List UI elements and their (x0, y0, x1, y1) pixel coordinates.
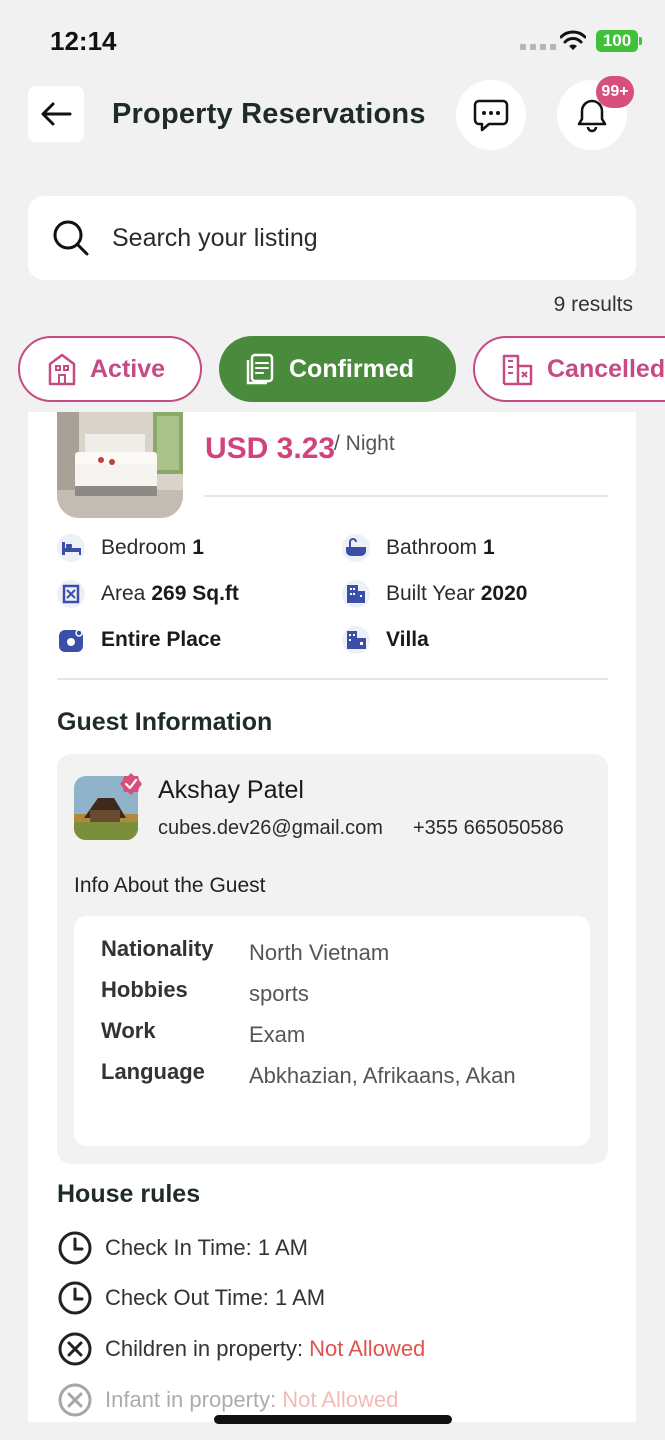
divider (204, 495, 608, 497)
tab-cancelled-label: Cancelled (547, 354, 665, 383)
feature-area-label: Area (101, 582, 146, 605)
feature-built-year-label: Built Year (386, 582, 475, 605)
close-circle-icon (58, 1383, 92, 1417)
villa-icon (342, 626, 370, 654)
feature-built-year: Built Year 2020 (342, 580, 527, 608)
divider (57, 678, 608, 680)
feature-bedroom-label: Bedroom (101, 536, 187, 559)
status-time: 12:14 (50, 26, 117, 56)
rule-infant: Infant in property: Not Allowed (57, 1382, 398, 1418)
feature-area-value: 269 Sq.ft (151, 582, 239, 605)
verified-badge-icon (120, 773, 142, 795)
rule-label: Check In Time: 1 AM (105, 1235, 308, 1260)
rule-label: Children in property: (105, 1336, 304, 1361)
property-photo (57, 412, 183, 518)
notification-badge: 99+ (596, 76, 634, 108)
feature-area: Area 269 Sq.ft (57, 580, 239, 608)
wifi-icon (560, 30, 586, 50)
detail-label: Hobbies (101, 977, 188, 1002)
rule-label: Check Out Time: 1 AM (105, 1285, 326, 1310)
clock-icon (58, 1231, 92, 1265)
detail-value: Abkhazian, Afrikaans, Akan (249, 1063, 516, 1088)
document-check-icon (246, 353, 274, 385)
page-title: Property Reservations (112, 98, 426, 130)
building-year-icon (342, 580, 370, 608)
tab-confirmed-label: Confirmed (289, 354, 414, 383)
guest-name: Akshay Patel (158, 776, 304, 804)
feature-built-year-value: 2020 (480, 582, 528, 605)
clock-icon (58, 1281, 92, 1315)
cellular-signal-icon (520, 44, 556, 50)
battery-indicator: 100 (596, 30, 642, 52)
guest-phone[interactable]: +355 665050586 (413, 817, 564, 840)
back-button[interactable] (28, 86, 84, 142)
bed-icon (57, 534, 85, 562)
feature-bathroom: Bathroom 1 (342, 534, 495, 562)
rule-status: Not Allowed (309, 1336, 426, 1361)
area-icon (57, 580, 85, 608)
detail-label: Nationality (101, 936, 214, 961)
feature-bedroom: Bedroom 1 (57, 534, 204, 562)
feature-property-type: Villa (342, 626, 429, 654)
results-count: 9 results (553, 293, 633, 316)
detail-value: Exam (249, 1022, 306, 1047)
chat-icon (473, 99, 509, 132)
home-indicator[interactable] (214, 1415, 452, 1424)
status-tabs: Active Confirmed Cancelled (0, 334, 665, 404)
rule-children: Children in property: Not Allowed (57, 1331, 425, 1367)
close-circle-icon (58, 1332, 92, 1366)
tab-active-label: Active (90, 354, 166, 383)
place-icon (59, 629, 83, 652)
guest-info-box: Akshay Patel cubes.dev26@gmail.com +355 … (57, 754, 608, 1164)
price-unit: / Night (334, 432, 395, 455)
rule-check-in: Check In Time: 1 AM (57, 1230, 308, 1266)
tab-active[interactable]: Active (18, 336, 202, 402)
tab-cancelled[interactable]: Cancelled (473, 336, 665, 402)
feature-place-type: Entire Place (57, 626, 221, 654)
guest-info-title: Info About the Guest (74, 874, 266, 897)
feature-bathroom-value: 1 (483, 536, 495, 559)
rule-check-out: Check Out Time: 1 AM (57, 1280, 325, 1316)
bathtub-icon (342, 534, 370, 562)
search-bar[interactable] (28, 196, 636, 280)
feature-property-type-value: Villa (386, 628, 429, 651)
status-bar: 12:14 100 (0, 0, 665, 80)
detail-label: Work (101, 1018, 156, 1043)
messages-button[interactable] (456, 80, 526, 150)
feature-bedroom-value: 1 (192, 536, 204, 559)
building-icon (48, 353, 76, 386)
detail-label: Language (101, 1059, 205, 1084)
guest-section-title: Guest Information (57, 708, 273, 736)
rule-label: Infant in property: (105, 1387, 277, 1412)
search-icon (53, 220, 89, 256)
price: USD 3.23 (205, 432, 336, 465)
building-x-icon (502, 354, 533, 386)
search-input[interactable] (112, 223, 592, 253)
feature-bathroom-label: Bathroom (386, 536, 478, 559)
feature-place-type-value: Entire Place (101, 628, 222, 651)
reservation-card[interactable]: USD 3.23 / Night Bedroom 1 Bathroom 1 Ar… (28, 412, 636, 1422)
tab-confirmed[interactable]: Confirmed (219, 336, 456, 402)
house-rules-title: House rules (57, 1180, 201, 1208)
arrow-left-icon (41, 102, 72, 126)
rule-status: Not Allowed (282, 1387, 399, 1412)
guest-details: Nationality North Vietnam Hobbies sports… (74, 916, 590, 1146)
detail-value: sports (249, 981, 309, 1006)
detail-value: North Vietnam (249, 940, 390, 965)
guest-email[interactable]: cubes.dev26@gmail.com (158, 817, 383, 840)
